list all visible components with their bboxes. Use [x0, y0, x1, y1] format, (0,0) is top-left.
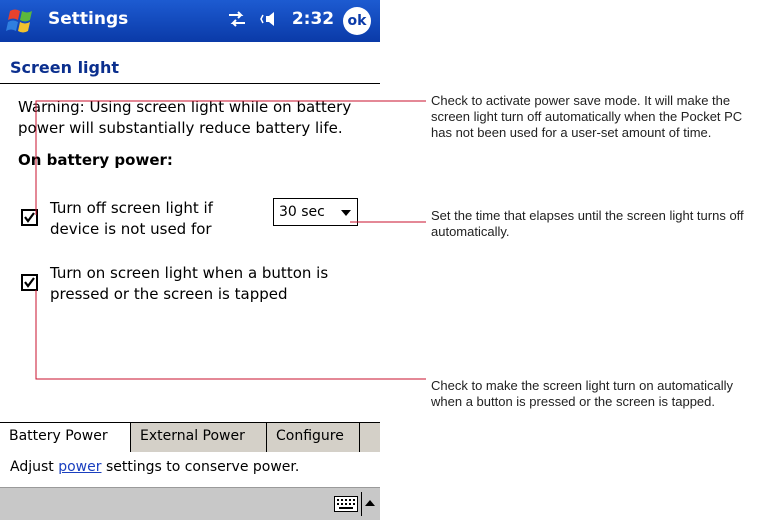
menu-bar [0, 487, 380, 520]
chevron-down-icon [341, 210, 351, 216]
sync-icon[interactable] [226, 9, 248, 29]
clock[interactable]: 2:32 [292, 9, 334, 29]
turn-on-light-label[interactable]: Turn on screen light when a button is pr… [50, 263, 340, 305]
power-link[interactable]: power [58, 459, 101, 475]
callout-power-save: Check to activate power save mode. It wi… [431, 93, 743, 140]
header-divider [0, 83, 380, 84]
help-prefix: Adjust [10, 459, 59, 475]
windows-flag-icon[interactable] [4, 6, 38, 36]
tab-bar-filler [360, 423, 380, 452]
turn-on-light-checkbox[interactable] [21, 274, 38, 291]
warning-text: Warning: Using screen light while on bat… [18, 98, 352, 137]
checkmark-icon [24, 277, 35, 288]
ok-button[interactable]: ok [343, 7, 371, 35]
speaker-icon[interactable] [260, 9, 282, 29]
turn-off-light-checkbox[interactable] [21, 209, 38, 226]
app-title[interactable]: Settings [48, 9, 128, 29]
title-bar: Settings 2:32 ok [0, 0, 380, 42]
sip-divider [361, 492, 362, 516]
tab-configure[interactable]: Configure [267, 423, 360, 452]
checkmark-icon [24, 212, 35, 223]
callout-timeout: Set the time that elapses until the scre… [431, 208, 744, 239]
keyboard-icon[interactable] [334, 496, 358, 512]
turn-off-light-label[interactable]: Turn off screen light if device is not u… [50, 198, 250, 240]
tab-external-power[interactable]: External Power [131, 423, 267, 452]
callout-button-wake: Check to make the screen light turn on a… [431, 378, 734, 409]
page-title: Screen light [10, 58, 120, 77]
pocket-pc-screen: Settings 2:32 ok Screen light Warning: U… [0, 0, 380, 520]
help-suffix: settings to conserve power. [101, 459, 300, 475]
help-text: Adjust power settings to conserve power. [10, 459, 299, 475]
up-arrow-icon[interactable] [365, 500, 375, 506]
tab-battery-power[interactable]: Battery Power [0, 423, 131, 452]
timeout-select[interactable]: 30 sec [273, 198, 358, 226]
status-area: 2:32 [226, 9, 334, 29]
section-heading: On battery power: [18, 151, 173, 169]
tab-bar: Battery Power External Power Configure [0, 422, 380, 453]
timeout-value: 30 sec [279, 204, 325, 220]
